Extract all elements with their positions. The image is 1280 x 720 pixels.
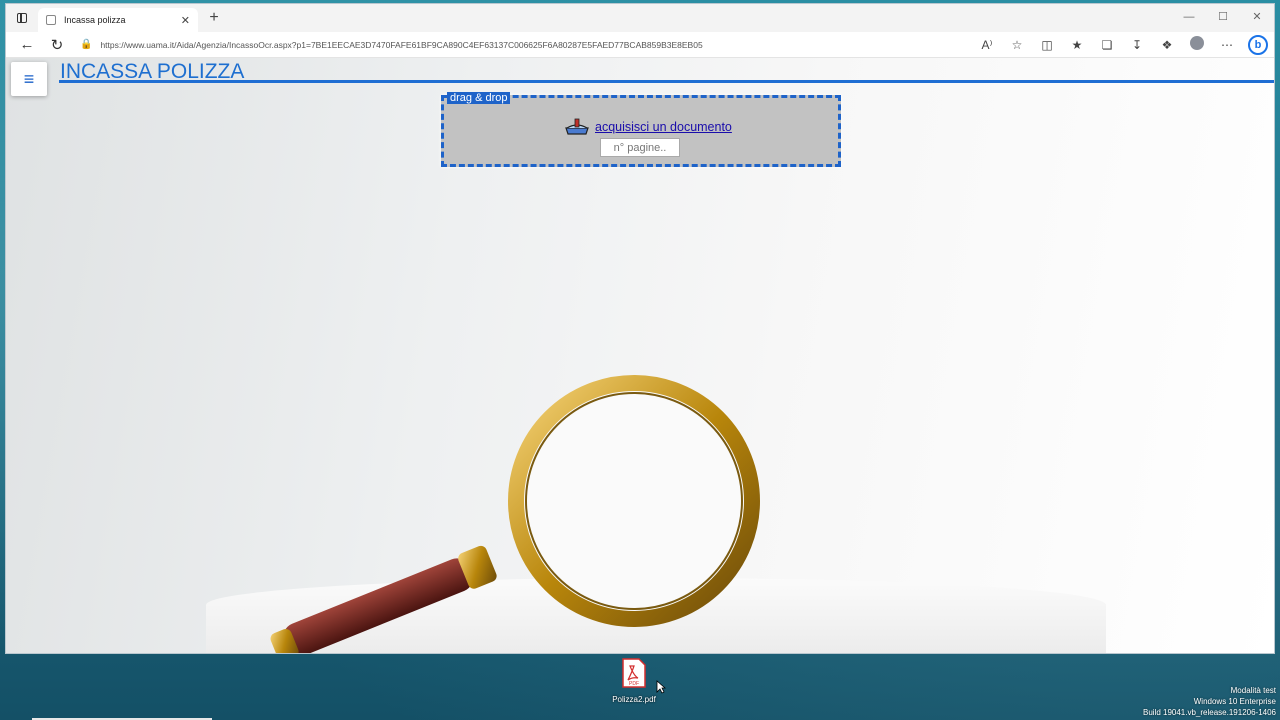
bing-icon[interactable]: b	[1248, 34, 1268, 55]
downloads-icon[interactable]: ↧	[1122, 38, 1152, 52]
refresh-icon[interactable]: ↻	[42, 36, 72, 54]
new-tab-button[interactable]: +	[202, 9, 226, 27]
browser-window: Incassa polizza ✕ + — ☐ ✕ ← ↻ 🔒 https://…	[5, 3, 1275, 654]
pages-count-input[interactable]	[600, 138, 680, 157]
hamburger-menu-icon[interactable]: ≡	[11, 62, 47, 96]
favorites-icon[interactable]: ★	[1062, 38, 1092, 52]
tab-actions-icon	[17, 13, 27, 23]
scanner-icon	[565, 118, 589, 135]
tab-incassa-polizza[interactable]: Incassa polizza ✕	[38, 8, 198, 32]
profile-avatar[interactable]	[1182, 36, 1212, 53]
lock-icon: 🔒	[80, 39, 93, 50]
url-text: https://www.uama.it/Aida/Agenzia/Incasso…	[100, 39, 703, 50]
pdf-badge: PDF	[629, 681, 639, 687]
extensions-icon[interactable]: ❖	[1152, 38, 1182, 52]
acquire-document-link[interactable]: acquisisci un documento	[595, 120, 732, 134]
acquire-document-area: acquisisci un documento	[564, 118, 732, 136]
watermark-line: Build 19041.vb_release.191206-1406	[1143, 708, 1276, 717]
close-window-button[interactable]: ✕	[1240, 4, 1274, 32]
windows-watermark: Modalità test Windows 10 Enterprise Buil…	[1143, 685, 1276, 718]
file-name-label: Polizza2.pdf	[612, 695, 656, 704]
maximize-button[interactable]: ☐	[1206, 4, 1240, 32]
tab-actions-button[interactable]	[6, 4, 38, 32]
favorite-star-icon[interactable]: ☆	[1002, 38, 1032, 52]
read-aloud-icon[interactable]: A⁾	[972, 38, 1002, 52]
collections-icon[interactable]: ❏	[1092, 38, 1122, 52]
page-favicon-icon	[46, 15, 56, 25]
split-screen-icon[interactable]: ◫	[1032, 38, 1062, 52]
watermark-line: Windows 10 Enterprise	[1193, 697, 1276, 706]
title-divider	[59, 80, 1274, 83]
watermark-line: Modalità test	[1230, 686, 1276, 695]
window-controls: — ☐ ✕	[1172, 4, 1274, 32]
back-arrow-icon[interactable]: ←	[12, 36, 42, 53]
tab-title: Incassa polizza	[64, 15, 126, 25]
address-bar[interactable]: 🔒 https://www.uama.it/Aida/Agenzia/Incas…	[72, 34, 972, 56]
desktop-pdf-file[interactable]: PDF Polizza2.pdf	[604, 658, 664, 704]
pdf-file-icon: PDF	[622, 658, 646, 688]
more-options-icon[interactable]: ⋯	[1212, 38, 1242, 52]
dropzone-label: drag & drop	[447, 92, 511, 104]
drag-drop-zone[interactable]: drag & drop acquisisci un documento	[441, 92, 841, 167]
mouse-cursor-icon	[656, 680, 666, 694]
minimize-button[interactable]: —	[1172, 4, 1206, 32]
toolbar-buttons: A⁾ ☆ ◫ ★ ❏ ↧ ❖ ⋯ b	[972, 34, 1268, 55]
address-bar-row: ← ↻ 🔒 https://www.uama.it/Aida/Agenzia/I…	[6, 32, 1274, 58]
tab-bar: Incassa polizza ✕ + — ☐ ✕	[6, 4, 1274, 32]
magnifying-glass-image	[270, 375, 760, 653]
page-content: ≡ INCASSA POLIZZA drag & drop acquisisci…	[6, 58, 1274, 653]
tab-close-icon[interactable]: ✕	[181, 14, 190, 27]
